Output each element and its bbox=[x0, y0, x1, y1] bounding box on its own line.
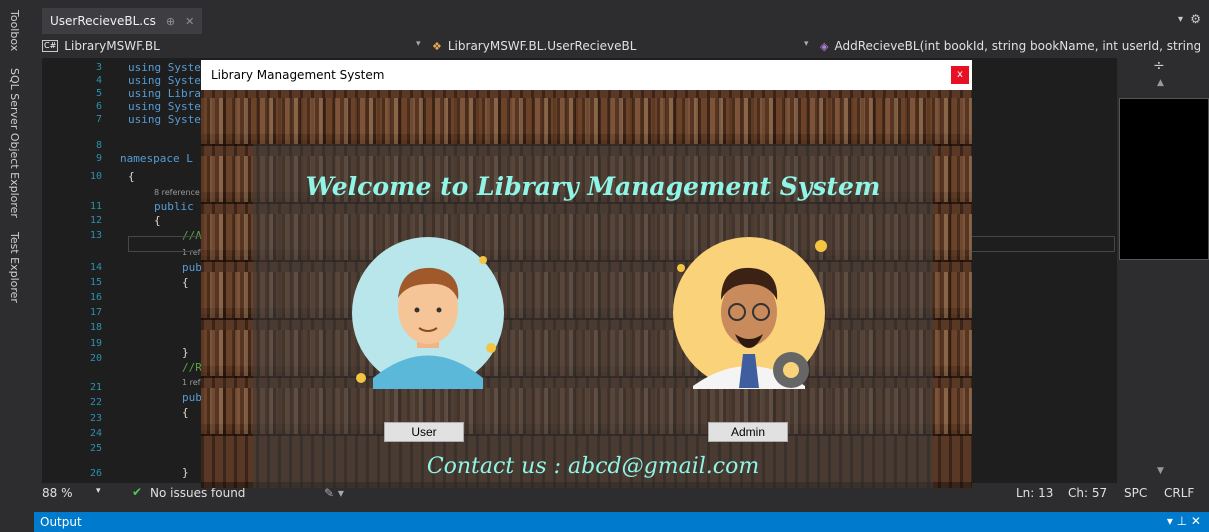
output-panel-header[interactable]: Output ▾ ⊥ ✕ bbox=[34, 512, 1209, 532]
line-number: 20 bbox=[89, 353, 102, 364]
scroll-up-icon[interactable]: ▲ bbox=[1157, 78, 1164, 88]
whitespace-indicator[interactable]: SPC bbox=[1124, 486, 1147, 500]
code-line: using Syste bbox=[128, 74, 201, 87]
line-number: 10 bbox=[89, 171, 102, 182]
document-tab-bar: UserRecieveBL.cs ⊕ ✕ ▾ ⚙ bbox=[34, 8, 1209, 34]
sql-server-object-explorer-tab[interactable]: SQL Server Object Explorer bbox=[8, 68, 21, 218]
codelens-references[interactable]: 1 ref bbox=[182, 378, 200, 387]
chevron-down-icon[interactable]: ▾ bbox=[804, 39, 809, 49]
close-button[interactable]: x bbox=[951, 66, 969, 84]
welcome-panel: Welcome to Library Management System Use… bbox=[253, 144, 933, 488]
code-line: using Syste bbox=[128, 113, 201, 126]
codelens-references[interactable]: 8 reference bbox=[154, 188, 200, 197]
line-indicator[interactable]: Ln: 13 bbox=[1016, 486, 1053, 500]
brush-icon[interactable]: ✎ ▾ bbox=[324, 486, 344, 500]
minimap-viewport[interactable] bbox=[1119, 98, 1209, 260]
code-line: { bbox=[182, 406, 189, 419]
member-name: AddRecieveBL(int bookId, string bookName… bbox=[834, 39, 1200, 53]
code-line: using Syste bbox=[128, 61, 201, 74]
line-number: 25 bbox=[89, 443, 102, 454]
code-line: pub bbox=[182, 261, 202, 274]
pin-icon[interactable]: ⊕ bbox=[166, 15, 175, 28]
line-number: 3 bbox=[95, 62, 102, 73]
csharp-icon: C# bbox=[42, 40, 59, 52]
tool-sidebar: Toolbox SQL Server Object Explorer Test … bbox=[0, 0, 34, 508]
code-line: pub bbox=[182, 391, 202, 404]
line-number: 4 bbox=[95, 75, 102, 86]
code-line: { bbox=[182, 276, 189, 289]
member-dropdown[interactable]: ◈ AddRecieveBL(int bookId, string bookNa… bbox=[820, 36, 1200, 56]
issues-status[interactable]: No issues found bbox=[150, 486, 245, 500]
line-number: 12 bbox=[89, 215, 102, 226]
code-line: namespace L bbox=[120, 152, 193, 165]
line-number: 7 bbox=[95, 114, 102, 125]
output-window-controls[interactable]: ▾ ⊥ ✕ bbox=[1167, 514, 1201, 528]
check-circle-icon: ✔ bbox=[132, 485, 143, 499]
line-number: 22 bbox=[89, 397, 102, 408]
line-number: 26 bbox=[89, 468, 102, 479]
line-ending-indicator[interactable]: CRLF bbox=[1164, 486, 1194, 500]
line-number: 14 bbox=[89, 262, 102, 273]
line-number: 24 bbox=[89, 428, 102, 439]
book-row bbox=[201, 98, 972, 144]
admin-avatar-illustration bbox=[673, 237, 827, 389]
close-tab-icon[interactable]: ✕ bbox=[185, 15, 194, 28]
method-icon: ◈ bbox=[820, 39, 829, 53]
line-number: 23 bbox=[89, 413, 102, 424]
chevron-down-icon[interactable]: ▾ bbox=[416, 39, 421, 49]
tab-userrecievebl[interactable]: UserRecieveBL.cs ⊕ ✕ bbox=[42, 8, 203, 34]
minimap[interactable]: ÷ ▲ ▼ bbox=[1117, 58, 1209, 488]
project-dropdown[interactable]: C# LibraryMSWF.BL bbox=[42, 36, 160, 56]
line-number: 13 bbox=[89, 230, 102, 241]
window-title: Library Management System bbox=[211, 68, 385, 82]
toolbox-tab[interactable]: Toolbox bbox=[8, 10, 21, 51]
code-line: { bbox=[154, 214, 161, 227]
code-line: //R bbox=[182, 361, 202, 374]
class-dropdown[interactable]: ❖ LibraryMSWF.BL.UserRecieveBL bbox=[432, 36, 636, 56]
navigation-bar: C# LibraryMSWF.BL ▾ ❖ LibraryMSWF.BL.Use… bbox=[34, 36, 1209, 56]
code-line: using Libra bbox=[128, 87, 201, 100]
output-title: Output bbox=[40, 515, 82, 529]
code-line: public bbox=[154, 200, 194, 213]
line-number: 15 bbox=[89, 277, 102, 288]
admin-button[interactable]: Admin bbox=[708, 422, 788, 442]
line-number: 11 bbox=[89, 201, 102, 212]
window-title-bar[interactable]: Library Management System x bbox=[201, 60, 972, 90]
user-button[interactable]: User bbox=[384, 422, 464, 442]
line-number: 18 bbox=[89, 322, 102, 333]
line-number: 16 bbox=[89, 292, 102, 303]
code-line: } bbox=[182, 346, 189, 359]
code-line: using Syste bbox=[128, 100, 201, 113]
gear-icon[interactable]: ⚙ bbox=[1190, 12, 1201, 26]
split-icon[interactable]: ÷ bbox=[1153, 58, 1165, 74]
project-name: LibraryMSWF.BL bbox=[64, 39, 160, 53]
test-explorer-tab[interactable]: Test Explorer bbox=[8, 232, 21, 303]
class-name: LibraryMSWF.BL.UserRecieveBL bbox=[447, 39, 637, 53]
zoom-level[interactable]: 88 % bbox=[42, 486, 73, 500]
welcome-heading: Welcome to Library Management System bbox=[305, 172, 881, 201]
line-number: 21 bbox=[89, 382, 102, 393]
line-number: 5 bbox=[95, 88, 102, 99]
contact-text: Contact us : abcd@gmail.com bbox=[426, 454, 760, 479]
user-avatar-illustration bbox=[352, 237, 504, 389]
line-number: 9 bbox=[95, 153, 102, 164]
code-line: { bbox=[128, 170, 135, 183]
library-management-window: Library Management System x Welcome to L… bbox=[201, 60, 972, 488]
code-line: } bbox=[182, 466, 189, 479]
line-number: 6 bbox=[95, 101, 102, 112]
tab-filename: UserRecieveBL.cs bbox=[50, 14, 156, 28]
column-indicator[interactable]: Ch: 57 bbox=[1068, 486, 1107, 500]
line-number: 8 bbox=[95, 140, 102, 151]
chevron-down-icon[interactable]: ▾ bbox=[1178, 14, 1183, 25]
bookshelf-background: Welcome to Library Management System Use… bbox=[201, 90, 972, 488]
chevron-down-icon[interactable]: ▾ bbox=[96, 486, 101, 496]
line-number: 17 bbox=[89, 307, 102, 318]
line-number: 19 bbox=[89, 338, 102, 349]
class-icon: ❖ bbox=[432, 39, 442, 53]
scroll-down-icon[interactable]: ▼ bbox=[1157, 466, 1164, 476]
